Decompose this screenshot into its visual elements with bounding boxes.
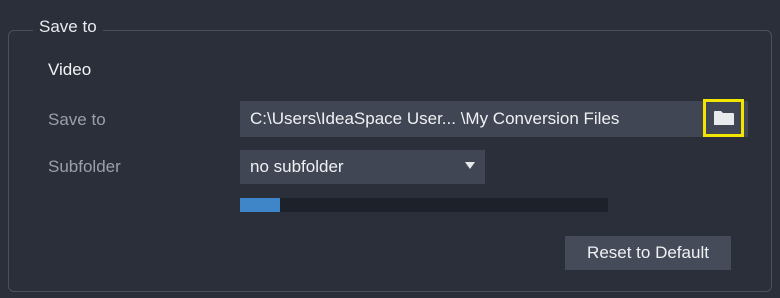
groupbox-title: Save to [33,16,103,38]
save-to-label: Save to [48,110,106,129]
subfolder-label: Subfolder [48,157,121,176]
subfolder-selected-value: no subfolder [250,157,344,176]
save-path-field[interactable]: C:\Users\IdeaSpace User... \My Conversio… [240,99,748,137]
progress-bar [240,198,608,212]
browse-folder-button[interactable] [703,99,744,137]
save-settings-panel: Save to Video Save to C:\Users\IdeaSpace… [0,0,780,298]
progress-fill [240,198,281,212]
reset-to-default-button[interactable]: Reset to Default [565,236,731,270]
section-title-video: Video [48,60,92,79]
folder-icon [714,111,734,125]
save-path-value: C:\Users\IdeaSpace User... \My Conversio… [250,109,620,128]
subfolder-dropdown[interactable]: no subfolder [240,150,485,184]
chevron-down-icon [465,162,475,169]
